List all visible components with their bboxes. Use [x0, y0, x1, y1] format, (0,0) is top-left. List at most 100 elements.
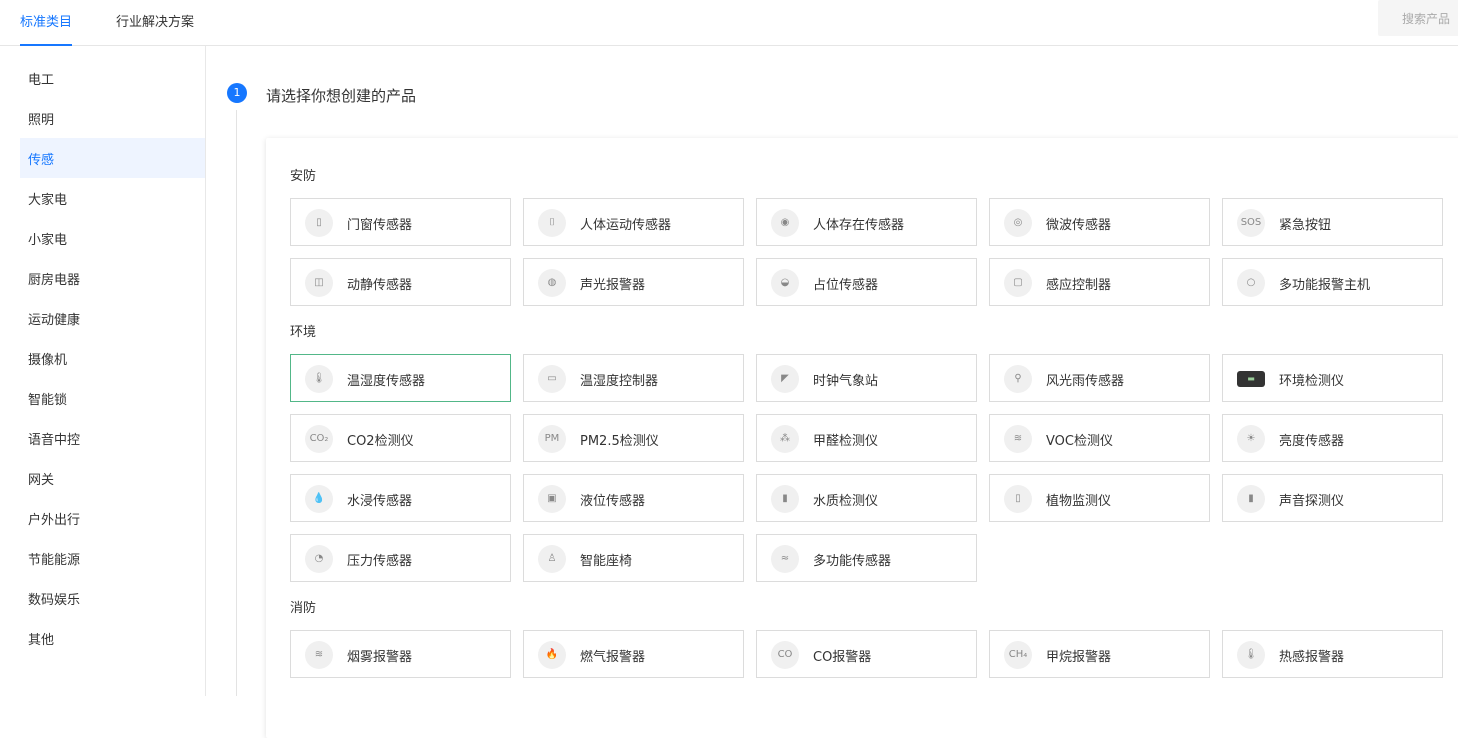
plant-monitor-icon: ▯ [1004, 485, 1032, 513]
product-card[interactable]: 🔥 燃气报警器 [523, 630, 744, 678]
wind-rain-sensor-icon: ⚲ [1004, 365, 1032, 393]
siren-icon: ◍ [538, 269, 566, 297]
product-card[interactable]: ○ 多功能报警主机 [1222, 258, 1443, 306]
product-card-label: 感应控制器 [1046, 278, 1112, 293]
product-card-label: 动静传感器 [347, 278, 413, 293]
product-card[interactable]: ◤ 时钟气象站 [756, 354, 977, 402]
product-card-label: 环境检测仪 [1279, 374, 1345, 389]
product-card-label: 热感报警器 [1279, 650, 1345, 665]
product-card-label: 烟雾报警器 [347, 650, 413, 665]
sidebar-item[interactable]: 其他 [20, 618, 205, 658]
product-card-label: 温湿度传感器 [347, 374, 426, 389]
product-card[interactable]: ◫ 动静传感器 [290, 258, 511, 306]
product-card[interactable]: PM PM2.5检测仪 [523, 414, 744, 462]
weather-station-icon: ◤ [771, 365, 799, 393]
product-card-label: 紧急按钮 [1279, 218, 1332, 233]
product-card[interactable]: ▯ 植物监测仪 [989, 474, 1210, 522]
product-card[interactable]: CH₄ 甲烷报警器 [989, 630, 1210, 678]
brightness-icon: ☀ [1237, 425, 1265, 453]
product-card-label: CO2检测仪 [347, 434, 414, 449]
product-card-label: 风光雨传感器 [1046, 374, 1125, 389]
search-input[interactable]: 搜索产品 [1378, 0, 1458, 36]
sidebar-item[interactable]: 语音中控 [20, 418, 205, 458]
product-card[interactable]: ◔ 压力传感器 [290, 534, 511, 582]
product-card[interactable]: ▮ 水质检测仪 [756, 474, 977, 522]
tab-industry-solutions[interactable]: 行业解决方案 [116, 11, 194, 46]
water-leak-icon: 💧 [305, 485, 333, 513]
product-card[interactable]: ▮ 声音探测仪 [1222, 474, 1443, 522]
tab-standard-category[interactable]: 标准类目 [20, 11, 73, 46]
step-connector-line [236, 110, 237, 696]
product-card[interactable]: SOS 紧急按钮 [1222, 198, 1443, 246]
water-quality-icon: ▮ [771, 485, 799, 513]
formaldehyde-icon: ⁂ [771, 425, 799, 453]
product-card[interactable]: ▬ 环境检测仪 [1222, 354, 1443, 402]
product-card[interactable]: ◒ 占位传感器 [756, 258, 977, 306]
product-card-label: 门窗传感器 [347, 218, 413, 233]
product-card-label: 智能座椅 [580, 554, 633, 569]
product-card[interactable]: ☀ 亮度传感器 [1222, 414, 1443, 462]
product-card[interactable]: ⌷ 人体运动传感器 [523, 198, 744, 246]
product-card[interactable]: ▣ 液位传感器 [523, 474, 744, 522]
sidebar-item[interactable]: 小家电 [20, 218, 205, 258]
product-card[interactable]: ≋ VOC检测仪 [989, 414, 1210, 462]
product-card[interactable]: ♙ 智能座椅 [523, 534, 744, 582]
product-card[interactable]: ⚲ 风光雨传感器 [989, 354, 1210, 402]
sidebar-item[interactable]: 传感 [20, 138, 205, 178]
product-card-label: CO报警器 [813, 650, 872, 665]
product-card[interactable]: CO₂ CO2检测仪 [290, 414, 511, 462]
thermo-controller-icon: ▭ [538, 365, 566, 393]
smoke-icon: ≋ [305, 641, 333, 669]
sidebar-item[interactable]: 数码娱乐 [20, 578, 205, 618]
product-card-label: 液位传感器 [580, 494, 646, 509]
product-card-label: 水质检测仪 [813, 494, 879, 509]
top-nav: 标准类目 行业解决方案 搜索产品 [0, 0, 1458, 46]
product-card-label: 水浸传感器 [347, 494, 413, 509]
product-card[interactable]: ⁂ 甲醛检测仪 [756, 414, 977, 462]
co2-icon: CO₂ [305, 425, 333, 453]
product-card-label: 植物监测仪 [1046, 494, 1112, 509]
product-card[interactable]: CO CO报警器 [756, 630, 977, 678]
product-card[interactable]: ▭ 温湿度控制器 [523, 354, 744, 402]
product-card-label: 甲醛检测仪 [813, 434, 879, 449]
product-card-label: PM2.5检测仪 [580, 434, 659, 449]
product-card[interactable]: ◎ 微波传感器 [989, 198, 1210, 246]
product-card[interactable]: 🌡 温湿度传感器 [290, 354, 511, 402]
sidebar-item[interactable]: 运动健康 [20, 298, 205, 338]
sidebar-item[interactable]: 网关 [20, 458, 205, 498]
sidebar-item[interactable]: 节能能源 [20, 538, 205, 578]
sidebar-item[interactable]: 照明 [20, 98, 205, 138]
product-card-label: 人体运动传感器 [580, 218, 672, 233]
voc-icon: ≋ [1004, 425, 1032, 453]
product-card[interactable]: ▯ 门窗传感器 [290, 198, 511, 246]
smart-chair-icon: ♙ [538, 545, 566, 573]
heat-icon: 🌡 [1237, 641, 1265, 669]
product-card[interactable]: 🌡 热感报警器 [1222, 630, 1443, 678]
product-card[interactable]: ◍ 声光报警器 [523, 258, 744, 306]
product-card[interactable]: ≈ 多功能传感器 [756, 534, 977, 582]
product-card-label: 声光报警器 [580, 278, 646, 293]
presence-sensor-icon: ◉ [771, 209, 799, 237]
sidebar-item[interactable]: 户外出行 [20, 498, 205, 538]
sidebar-item[interactable]: 智能锁 [20, 378, 205, 418]
sidebar-item[interactable]: 厨房电器 [20, 258, 205, 298]
vibration-sensor-icon: ◫ [305, 269, 333, 297]
sidebar-item[interactable]: 大家电 [20, 178, 205, 218]
product-card[interactable]: 💧 水浸传感器 [290, 474, 511, 522]
product-selection-panel: 安防 ▯ 门窗传感器 ⌷ 人体运动传感器 ◉ 人体存在传感器 ◎ 微波传感器 SOS 紧急按钮 ◫ 动静… [266, 138, 1458, 738]
motion-sensor-icon: ⌷ [538, 209, 566, 237]
sidebar-item[interactable]: 电工 [20, 58, 205, 98]
sidebar-item[interactable]: 摄像机 [20, 338, 205, 378]
product-card[interactable]: ▢ 感应控制器 [989, 258, 1210, 306]
co-icon: CO [771, 641, 799, 669]
product-card[interactable]: ≋ 烟雾报警器 [290, 630, 511, 678]
product-card-label: 多功能报警主机 [1279, 278, 1371, 293]
product-card-label: 时钟气象站 [813, 374, 879, 389]
product-card-label: 压力传感器 [347, 554, 413, 569]
product-card[interactable]: ◉ 人体存在传感器 [756, 198, 977, 246]
sound-detector-icon: ▮ [1237, 485, 1265, 513]
product-card-label: 燃气报警器 [580, 650, 646, 665]
pm25-icon: PM [538, 425, 566, 453]
product-card-label: 微波传感器 [1046, 218, 1112, 233]
methane-icon: CH₄ [1004, 641, 1032, 669]
